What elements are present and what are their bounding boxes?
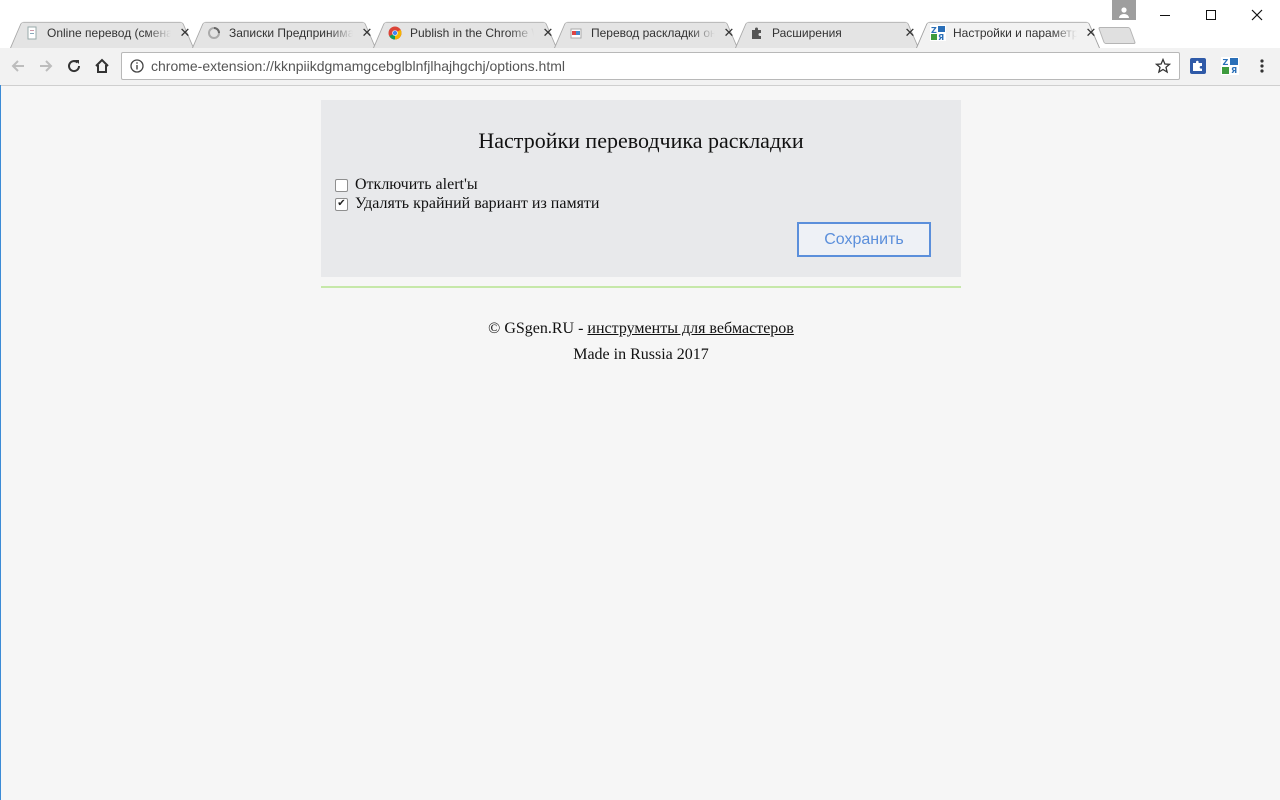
puzzle-icon [749,25,765,41]
chrome-icon [387,25,403,41]
tab-title: Publish in the Chrome Web Store [410,26,534,40]
copyright-text: © GSgen.RU - [488,320,588,337]
extension-translate-button[interactable]: ZЯ [1220,56,1240,76]
tab-publish-chrome[interactable]: Publish in the Chrome Web Store ✕ [373,18,557,48]
tab-online-translate[interactable]: Online перевод (смена раскладки) ✕ [10,18,194,48]
save-button[interactable]: Сохранить [797,222,931,257]
svg-text:Я: Я [938,33,944,41]
footer: © GSgen.RU - инструменты для вебмастеров… [321,316,961,368]
tab-settings[interactable]: ZЯ Настройки и параметры ✕ [916,18,1100,48]
close-icon[interactable]: ✕ [1083,25,1099,41]
address-bar[interactable]: chrome-extension://kknpiikdgmamgcebglbln… [121,52,1180,80]
translate-icon: ZЯ [1221,57,1239,75]
minimize-icon [1160,15,1170,16]
maximize-button[interactable] [1188,0,1234,30]
svg-text:Я: Я [1231,66,1237,75]
close-window-button[interactable] [1234,0,1280,30]
page-title: Настройки переводчика раскладки [478,128,804,153]
menu-button[interactable] [1252,56,1272,76]
option-label: Удалять крайний вариант из памяти [355,195,600,212]
close-icon[interactable]: ✕ [177,25,193,41]
reload-icon [68,60,81,73]
maximize-icon [1206,10,1216,20]
arrow-left-icon [11,60,24,72]
new-tab-button[interactable] [1097,27,1137,44]
tab-extensions[interactable]: Расширения ✕ [735,18,919,48]
person-icon [1119,7,1129,18]
option-label: Отключить alert'ы [355,176,478,193]
tab-perevod-raskladki[interactable]: Перевод раскладки онлайн ✕ [554,18,738,48]
page-icon [24,25,40,41]
browser-toolbar: chrome-extension://kknpiikdgmamgcebglbln… [0,48,1280,86]
tab-title: Записки Предпринимателя [229,26,353,40]
svg-text:Z: Z [1223,58,1229,67]
page-icon [568,25,584,41]
tab-title: Перевод раскладки онлайн [591,26,715,40]
star-icon[interactable] [1153,56,1173,76]
info-icon[interactable] [129,58,145,74]
svg-text:Z: Z [931,26,937,35]
home-icon [95,58,109,73]
minimize-button[interactable] [1142,0,1188,30]
puzzle-icon [1190,58,1206,74]
tab-title: Online перевод (смена раскладки) [47,26,171,40]
profile-button[interactable] [1112,0,1136,20]
arrow-right-icon [40,60,53,72]
tab-title: Настройки и параметры [953,26,1077,40]
webmaster-tools-link[interactable]: инструменты для вебмастеров [587,320,793,337]
copyright-line: © GSgen.RU - инструменты для вебмастеров [321,316,961,342]
tab-zapiski[interactable]: Записки Предпринимателя ✕ [192,18,376,48]
divider [321,286,961,288]
disable-alerts-checkbox[interactable] [335,178,348,192]
home-button[interactable] [90,54,114,78]
reload-button[interactable] [62,54,86,78]
options-panel: Настройки переводчика раскладки Отключит… [321,100,961,277]
extension-puzzle-button[interactable] [1188,56,1208,76]
forward-button[interactable] [34,54,58,78]
window-border [0,85,1,800]
tab-title: Расширения [772,26,842,40]
tab-strip: Online перевод (смена раскладки) ✕ Запис… [0,0,1280,48]
url-text[interactable]: chrome-extension://kknpiikdgmamgcebglbln… [151,58,1153,74]
back-button[interactable] [6,54,30,78]
remove-last-variant-checkbox[interactable]: ✔ [335,197,348,211]
made-in-text: Made in Russia 2017 [573,346,709,363]
more-vert-icon [1260,59,1264,73]
translate-icon: ZЯ [930,25,946,41]
option-disable-alerts[interactable]: Отключить alert'ы [335,176,478,194]
loading-icon [206,25,222,41]
close-icon [1251,9,1263,21]
option-remove-last-variant[interactable]: ✔ Удалять крайний вариант из памяти [335,195,599,213]
